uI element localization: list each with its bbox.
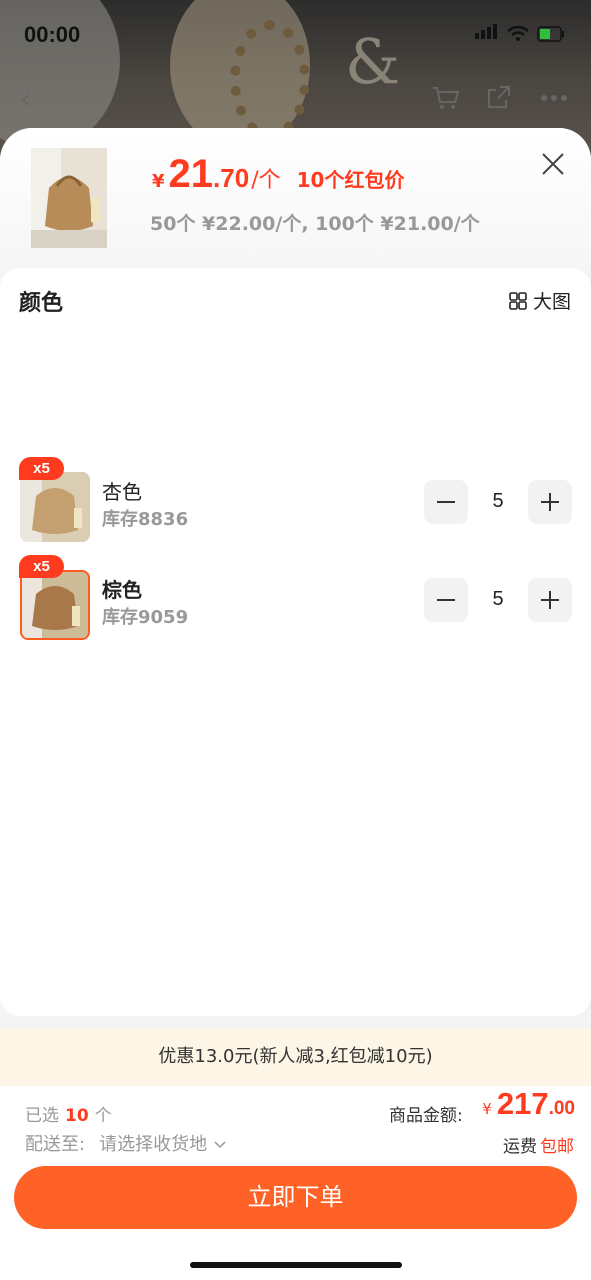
minus-icon	[437, 501, 455, 503]
sku-thumbnail[interactable]	[20, 570, 90, 640]
sku-stock: 库存9059	[102, 607, 189, 628]
sku-name: 杏色	[102, 480, 142, 504]
tier-pricing: 50个 ¥22.00/个, 100个 ¥21.00/个	[150, 213, 480, 235]
quantity-value[interactable]: 5	[468, 588, 528, 611]
sku-stock: 库存8836	[102, 509, 189, 530]
section-title: 颜色	[19, 291, 64, 316]
wifi-icon	[507, 25, 529, 41]
battery-icon	[537, 25, 564, 42]
shipping-selector[interactable]: 配送至: 请选择收货地	[25, 1130, 227, 1156]
signal-icon	[475, 24, 499, 43]
cart-icon[interactable]	[432, 86, 460, 110]
sheet-header: ¥ 21 .70 /个 10个红包价 50个 ¥22.00/个, 100个 ¥2…	[0, 128, 591, 270]
bag-handle-shape	[230, 20, 310, 140]
status-icons	[475, 24, 565, 43]
sku-thumbnail[interactable]	[20, 472, 90, 542]
qty-badge: x5	[19, 555, 64, 578]
chevron-down-icon	[214, 1141, 226, 1149]
big-image-button[interactable]: 大图	[509, 287, 571, 314]
sku-row[interactable]: x5 杏色 库存8836 5	[0, 454, 591, 542]
selected-count: 10	[65, 1106, 89, 1126]
sku-sheet: ¥ 21 .70 /个 10个红包价 50个 ¥22.00/个, 100个 ¥2…	[0, 128, 591, 1280]
more-icon[interactable]	[540, 94, 568, 102]
freight-value: 包邮	[540, 1137, 574, 1157]
minus-icon	[437, 599, 455, 601]
freight-info: 运费 包邮	[503, 1132, 574, 1157]
place-order-button[interactable]: 立即下单	[14, 1166, 577, 1229]
plus-icon-vertical	[549, 591, 551, 609]
sku-row[interactable]: x5 棕色 库存9059 5	[0, 552, 591, 640]
selected-unit: 个	[94, 1106, 112, 1126]
back-icon[interactable]: ‹	[20, 82, 31, 115]
qty-badge: x5	[19, 457, 64, 480]
quantity-value[interactable]: 5	[468, 490, 528, 513]
price-tag: 10个红包价	[296, 168, 405, 192]
ship-label: 配送至:	[25, 1134, 86, 1155]
total-decimal: .00	[548, 1098, 575, 1119]
sku-panel: 颜色 大图 x5 杏色 库存8836 5 x5 棕色 库存9059 5	[0, 268, 591, 1016]
product-thumbnail[interactable]	[31, 148, 107, 248]
price-decimal: .70	[213, 163, 250, 193]
total-price: ¥ 217 .00	[482, 1086, 575, 1122]
currency-symbol: ¥	[152, 171, 165, 192]
price-display: ¥ 21 .70 /个 10个红包价	[152, 152, 404, 197]
share-icon[interactable]	[486, 84, 512, 110]
total-currency: ¥	[482, 1100, 492, 1118]
selected-prefix: 已选	[25, 1106, 59, 1126]
total-label: 商品金额:	[389, 1106, 463, 1126]
quantity-stepper: 5	[424, 578, 572, 622]
close-icon[interactable]	[541, 152, 565, 176]
decrease-button[interactable]	[424, 578, 468, 622]
ship-placeholder: 请选择收货地	[99, 1134, 208, 1155]
selected-summary: 已选 10 个	[25, 1101, 112, 1126]
big-image-label: 大图	[532, 291, 571, 313]
decrease-button[interactable]	[424, 480, 468, 524]
status-time: 00:00	[24, 22, 81, 47]
increase-button[interactable]	[528, 480, 572, 524]
quantity-stepper: 5	[424, 480, 572, 524]
sku-name: 棕色	[102, 578, 142, 602]
freight-label: 运费	[503, 1137, 537, 1157]
home-indicator	[190, 1262, 402, 1268]
order-footer: 已选 10 个 配送至: 请选择收货地 商品金额: ¥ 217 .00 运费 包邮 立即…	[0, 1086, 591, 1280]
grid-icon	[509, 291, 527, 310]
discount-banner: 优惠13.0元(新人减3,红包减10元)	[0, 1028, 591, 1086]
price-integer: 21	[168, 152, 214, 196]
total-integer: 217	[496, 1086, 549, 1121]
price-unit: /个	[251, 168, 281, 193]
background-decor-text: &	[345, 25, 401, 98]
plus-icon-vertical	[549, 493, 551, 511]
increase-button[interactable]	[528, 578, 572, 622]
